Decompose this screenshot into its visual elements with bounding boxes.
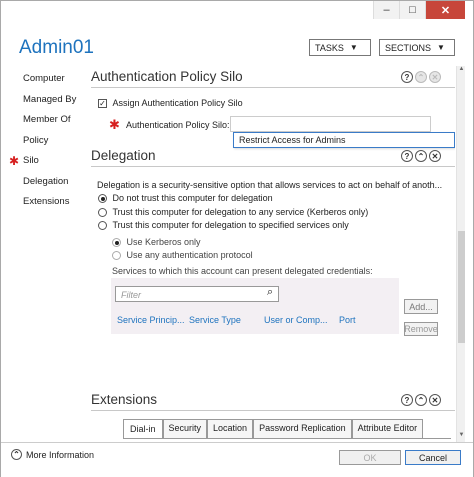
sidebar-item-silo[interactable]: ✱ Silo	[9, 151, 89, 172]
section-divider	[91, 410, 455, 411]
titlebar-controls: – □ ✕	[373, 1, 465, 19]
radio-button[interactable]	[98, 208, 107, 218]
chevron-up-icon: ⌃	[11, 449, 22, 460]
collapse-icon[interactable]: ⌃	[415, 394, 427, 406]
filter-input[interactable]: Filter	[115, 286, 279, 302]
sections-button[interactable]: SECTIONS ▼	[379, 39, 455, 56]
scroll-thumb[interactable]	[458, 231, 465, 343]
close-section-icon[interactable]: ✕	[429, 394, 441, 406]
tab-dial-in[interactable]: Dial-in	[123, 419, 163, 439]
delegation-option-specified[interactable]: Trust this computer for delegation to sp…	[98, 220, 349, 231]
column-header[interactable]: User or Comp...	[264, 315, 328, 325]
delegation-section-controls: ? ⌃ ✕	[401, 150, 441, 162]
tab-location[interactable]: Location	[207, 419, 254, 439]
scroll-down-icon[interactable]: ▼	[457, 432, 466, 442]
radio-button[interactable]	[98, 221, 107, 231]
services-label: Services to which this account can prese…	[112, 266, 373, 276]
extensions-section-controls: ? ⌃ ✕	[401, 394, 441, 406]
silo-dropdown-option[interactable]: Restrict Access for Admins	[233, 132, 455, 148]
cancel-button[interactable]: Cancel	[405, 450, 461, 465]
silo-input[interactable]	[230, 116, 431, 132]
column-header[interactable]: Service Type	[189, 315, 241, 325]
radio-button[interactable]	[98, 194, 107, 204]
add-button[interactable]: Add...	[404, 299, 438, 314]
chevron-down-icon: ▼	[437, 43, 445, 52]
sections-panel: Authentication Policy Silo ? ⌃ ✕ ✓ Assig…	[91, 66, 455, 442]
section-divider	[91, 87, 455, 88]
column-header[interactable]: Port	[339, 315, 356, 325]
assign-silo-checkbox-row[interactable]: ✓ Assign Authentication Policy Silo	[98, 98, 243, 109]
delegation-option-none[interactable]: Do not trust this computer for delegatio…	[98, 193, 273, 204]
sidebar-item-policy[interactable]: Policy	[9, 131, 89, 152]
extensions-tabs: Dial-in Security Location Password Repli…	[123, 419, 424, 439]
silo-field-label: Authentication Policy Silo:	[126, 120, 230, 130]
delegation-option-any[interactable]: Trust this computer for delegation to an…	[98, 207, 368, 218]
scroll-up-icon[interactable]: ▲	[457, 66, 466, 76]
assign-silo-checkbox[interactable]: ✓	[98, 99, 107, 109]
tasks-label: TASKS	[315, 42, 344, 53]
assign-silo-label: Assign Authentication Policy Silo	[112, 98, 243, 108]
delegation-description: Delegation is a security-sensitive optio…	[97, 180, 443, 190]
window-title: Admin01	[19, 37, 94, 58]
tab-attribute-editor[interactable]: Attribute Editor	[351, 419, 424, 439]
vertical-scrollbar[interactable]: ▲ ▼	[456, 66, 465, 442]
sub-option-kerberos[interactable]: Use Kerberos only	[112, 237, 201, 248]
minimize-button[interactable]: –	[373, 1, 399, 19]
help-icon[interactable]: ?	[401, 394, 413, 406]
tab-password-replication[interactable]: Password Replication	[253, 419, 352, 439]
sidebar-item-extensions[interactable]: Extensions	[9, 192, 89, 213]
sidebar-item-computer[interactable]: Computer	[9, 69, 89, 90]
delegation-section-title: Delegation	[91, 148, 156, 163]
sub-option-any-protocol[interactable]: Use any authentication protocol	[112, 250, 253, 261]
column-header[interactable]: Service Princip...	[117, 315, 185, 325]
silo-section-controls: ? ⌃ ✕	[401, 71, 441, 83]
required-star-icon: ✱	[9, 154, 20, 168]
sections-label: SECTIONS	[385, 42, 432, 53]
sidebar: Computer Managed By Member Of Policy ✱ Si…	[9, 69, 89, 213]
radio-button[interactable]	[112, 251, 121, 261]
search-icon[interactable]: ⌕	[267, 286, 273, 299]
radio-button[interactable]	[112, 238, 121, 248]
sidebar-item-member-of[interactable]: Member Of	[9, 110, 89, 131]
tab-security[interactable]: Security	[162, 419, 208, 439]
tasks-button[interactable]: TASKS ▼	[309, 39, 371, 56]
tab-content-border	[123, 438, 451, 439]
collapse-icon: ⌃	[415, 71, 427, 83]
close-window-button[interactable]: ✕	[425, 1, 465, 19]
remove-button[interactable]: Remove	[404, 322, 438, 336]
more-information-link[interactable]: ⌃ More Information	[11, 449, 94, 460]
chevron-down-icon: ▼	[349, 43, 358, 52]
footer: ⌃ More Information OK Cancel	[1, 442, 473, 477]
more-information-label: More Information	[26, 449, 95, 460]
help-icon[interactable]: ?	[401, 150, 413, 162]
properties-window: – □ ✕ Admin01 TASKS ▼ SECTIONS ▼ Compute…	[0, 0, 474, 477]
extensions-section-title: Extensions	[91, 392, 158, 407]
section-divider	[91, 166, 455, 167]
sidebar-item-managed-by[interactable]: Managed By	[9, 90, 89, 111]
close-section-icon[interactable]: ✕	[429, 150, 441, 162]
collapse-icon[interactable]: ⌃	[415, 150, 427, 162]
close-section-icon: ✕	[429, 71, 441, 83]
maximize-button[interactable]: □	[399, 1, 425, 19]
sidebar-item-delegation[interactable]: Delegation	[9, 172, 89, 193]
ok-button[interactable]: OK	[339, 450, 401, 465]
silo-section-title: Authentication Policy Silo	[91, 69, 243, 84]
help-icon[interactable]: ?	[401, 71, 413, 83]
required-star-icon: ✱	[109, 117, 120, 132]
